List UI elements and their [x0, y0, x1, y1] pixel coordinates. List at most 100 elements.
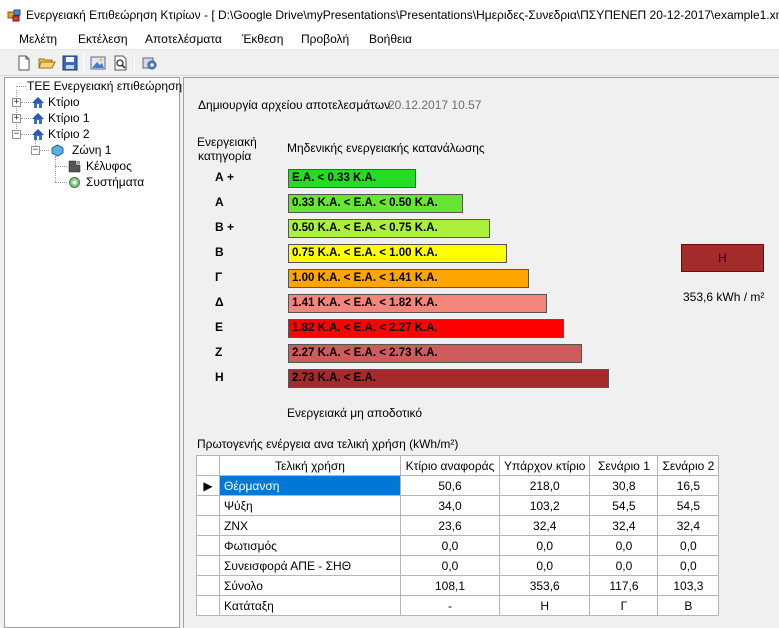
- value-cell[interactable]: 103,2: [498, 495, 591, 516]
- value-cell[interactable]: 34,0: [400, 495, 500, 516]
- category-label: Η: [215, 370, 224, 384]
- value-cell[interactable]: 0,0: [657, 535, 720, 556]
- shell-icon: [68, 160, 81, 172]
- end-use-cell[interactable]: Κατάταξη: [219, 595, 401, 616]
- value-cell[interactable]: Β: [657, 595, 720, 616]
- tree-item-label: Ζώνη 1: [72, 143, 112, 157]
- tree-item-systimata[interactable]: Συστήματα: [68, 175, 144, 189]
- row-selected-indicator[interactable]: ▶: [196, 475, 220, 496]
- consumption-value: 353,6 kWh / m²: [683, 290, 765, 304]
- tree-connector: [55, 182, 67, 183]
- menu-meleti[interactable]: Μελέτη: [19, 32, 57, 46]
- table-row[interactable]: Σύνολο 108,1 353,6 117,6 103,3: [196, 575, 720, 596]
- print-preview-icon[interactable]: [112, 54, 130, 72]
- project-tree[interactable]: ΤΕΕ Ενεργειακή επιθεώρηση + Κτίριο + Κτί…: [4, 77, 182, 628]
- end-use-cell[interactable]: Ψύξη: [219, 495, 401, 516]
- category-bar: 2.27 Κ.Α. < Ε.Α. < 2.73 Κ.Α.: [288, 344, 582, 363]
- collapse-icon[interactable]: −: [31, 146, 40, 155]
- value-cell[interactable]: 0,0: [589, 555, 659, 576]
- tree-item-kelyfos[interactable]: Κέλυφος: [68, 159, 132, 173]
- category-label: Δ: [215, 295, 224, 309]
- column-header[interactable]: Τελική χρήση: [219, 455, 401, 476]
- value-cell[interactable]: 54,5: [657, 495, 720, 516]
- tree-item-ktirio[interactable]: Κτίριο: [31, 95, 80, 109]
- collapse-icon[interactable]: −: [12, 130, 21, 139]
- end-use-cell[interactable]: Σύνολο: [219, 575, 401, 596]
- table-row[interactable]: Φωτισμός 0,0 0,0 0,0 0,0: [196, 535, 720, 556]
- value-cell[interactable]: 50,6: [400, 475, 500, 496]
- new-file-icon[interactable]: [15, 54, 33, 72]
- row-header[interactable]: [196, 535, 220, 556]
- table-row[interactable]: Κατάταξη - Η Γ Β: [196, 595, 720, 616]
- value-cell[interactable]: 54,5: [589, 495, 659, 516]
- value-cell[interactable]: 32,4: [657, 515, 720, 536]
- category-header-line2: κατηγορία: [198, 149, 252, 163]
- value-cell[interactable]: 0,0: [400, 555, 500, 576]
- settings-icon[interactable]: [141, 54, 159, 72]
- menu-voitheia[interactable]: Βοήθεια: [369, 32, 412, 46]
- toolbar-separator: [134, 54, 135, 72]
- table-row[interactable]: ΖΝΧ 23,6 32,4 32,4 32,4: [196, 515, 720, 536]
- column-header[interactable]: Σενάριο 1: [589, 455, 659, 476]
- value-cell[interactable]: 23,6: [400, 515, 500, 536]
- column-header[interactable]: Σενάριο 2: [657, 455, 720, 476]
- column-header[interactable]: Κτίριο αναφοράς: [400, 455, 500, 476]
- value-cell[interactable]: 103,3: [657, 575, 720, 596]
- value-cell[interactable]: Γ: [589, 595, 659, 616]
- value-cell[interactable]: 0,0: [589, 535, 659, 556]
- created-value: 20.12.2017 10.57: [388, 98, 482, 112]
- row-header[interactable]: [196, 575, 220, 596]
- open-folder-icon[interactable]: [38, 54, 56, 72]
- tree-item-zoni-1[interactable]: Ζώνη 1: [51, 143, 111, 157]
- row-header[interactable]: [196, 595, 220, 616]
- menu-bar: Μελέτη Εκτέλεση Αποτελέσματα Έκθεση Προβ…: [0, 29, 779, 50]
- row-header[interactable]: [196, 495, 220, 516]
- building-icon: [32, 112, 44, 124]
- tree-item-ktirio-1[interactable]: Κτίριο 1: [31, 111, 90, 125]
- value-cell[interactable]: 0,0: [498, 555, 591, 576]
- column-header[interactable]: Υπάρχον κτίριο: [498, 455, 591, 476]
- tree-item-ktirio-2[interactable]: Κτίριο 2: [31, 127, 90, 141]
- table-row[interactable]: Συνεισφορά ΑΠΕ - ΣΗΘ 0,0 0,0 0,0 0,0: [196, 555, 720, 576]
- table-row[interactable]: Ψύξη 34,0 103,2 54,5 54,5: [196, 495, 720, 516]
- title-bar: Ενεργειακή Επιθεώρηση Κτιρίων - [ D:\Goo…: [0, 0, 779, 29]
- value-cell[interactable]: 30,8: [589, 475, 659, 496]
- primary-energy-table: Τελική χρήση Κτίριο αναφοράς Υπάρχον κτί…: [196, 455, 720, 616]
- menu-apotelesmata[interactable]: Αποτελέσματα: [145, 32, 222, 46]
- value-cell[interactable]: 32,4: [498, 515, 591, 536]
- value-cell[interactable]: -: [400, 595, 500, 616]
- tree-connector: [21, 118, 31, 119]
- value-cell[interactable]: 32,4: [589, 515, 659, 536]
- menu-ekthesi[interactable]: Έκθεση: [242, 32, 283, 46]
- image-icon[interactable]: [89, 54, 107, 72]
- value-cell[interactable]: 16,5: [657, 475, 720, 496]
- app-icon: [7, 9, 21, 22]
- value-cell[interactable]: 353,6: [498, 575, 591, 596]
- row-header[interactable]: [196, 555, 220, 576]
- value-cell[interactable]: 0,0: [400, 535, 500, 556]
- value-cell[interactable]: 0,0: [657, 555, 720, 576]
- value-cell[interactable]: 117,6: [589, 575, 659, 596]
- save-icon[interactable]: [61, 54, 79, 72]
- category-bar: 0.50 Κ.Α. < Ε.Α. < 0.75 Κ.Α.: [288, 219, 490, 238]
- value-cell[interactable]: 108,1: [400, 575, 500, 596]
- value-cell[interactable]: Η: [498, 595, 591, 616]
- row-header[interactable]: [196, 515, 220, 536]
- end-use-cell[interactable]: Συνεισφορά ΑΠΕ - ΣΗΘ: [219, 555, 401, 576]
- end-use-cell[interactable]: Θέρμανση: [219, 475, 401, 496]
- table-header-row: Τελική χρήση Κτίριο αναφοράς Υπάρχον κτί…: [196, 455, 720, 476]
- tree-root[interactable]: ΤΕΕ Ενεργειακή επιθεώρηση: [27, 79, 182, 93]
- created-label: Δημιουργία αρχείου αποτελεσμάτων: [198, 98, 391, 112]
- expand-icon[interactable]: +: [12, 114, 21, 123]
- value-cell[interactable]: 218,0: [498, 475, 591, 496]
- end-use-cell[interactable]: ΖΝΧ: [219, 515, 401, 536]
- end-use-cell[interactable]: Φωτισμός: [219, 535, 401, 556]
- value-cell[interactable]: 0,0: [498, 535, 591, 556]
- menu-ektelesi[interactable]: Εκτέλεση: [78, 32, 128, 46]
- systems-icon: [69, 176, 80, 188]
- tree-item-label: Κτίριο 2: [48, 127, 90, 141]
- expand-icon[interactable]: +: [12, 98, 21, 107]
- table-row[interactable]: ▶ Θέρμανση 50,6 218,0 30,8 16,5: [196, 475, 720, 496]
- category-label: Β: [215, 245, 224, 259]
- menu-provoli[interactable]: Προβολή: [301, 32, 349, 46]
